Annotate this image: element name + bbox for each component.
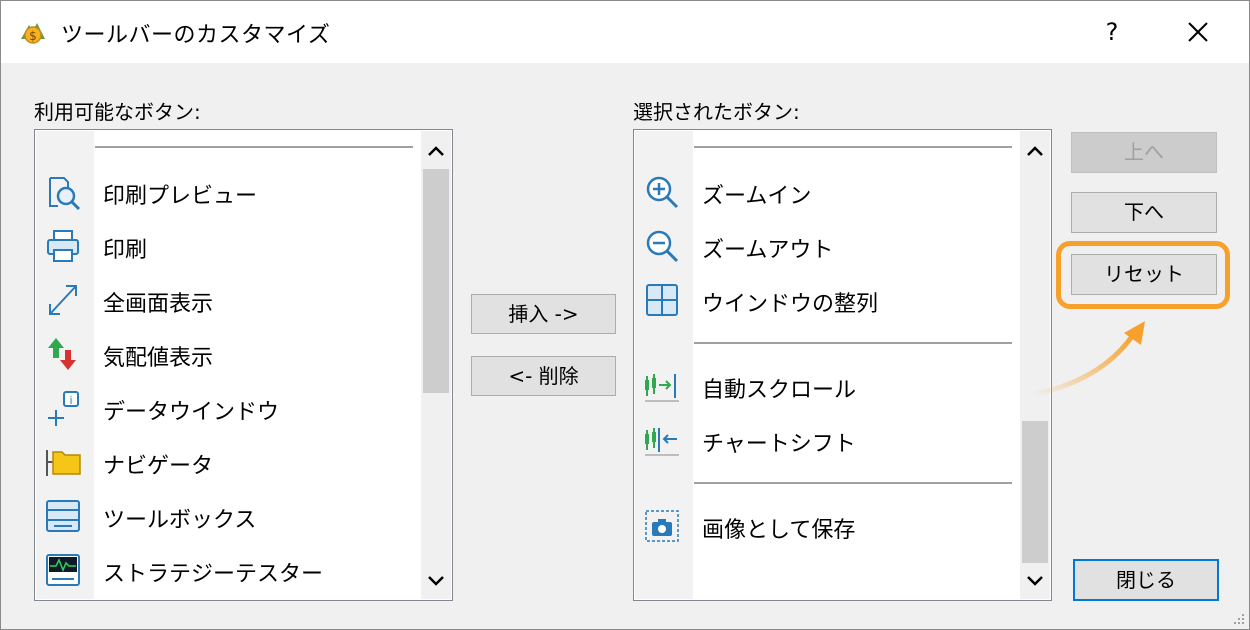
list-item-label: データウインドウ — [103, 400, 280, 425]
list-item-navigator[interactable]: ナビゲータ — [36, 437, 416, 487]
selected-buttons-label: 選択されたボタン: — [633, 100, 800, 124]
list-item-label: 画像として保存 — [702, 518, 856, 543]
list-item-save-as-image[interactable]: 画像として保存 — [635, 501, 1015, 551]
scroll-down-icon[interactable] — [421, 565, 451, 595]
printer-icon — [47, 230, 79, 262]
list-item-label: ツールボックス — [103, 508, 257, 533]
list-item-zoom-out[interactable]: ズームアウト — [635, 221, 1015, 271]
list-item-label: ズームイン — [702, 184, 812, 209]
svg-text:$: $ — [29, 29, 37, 43]
scroll-up-icon[interactable] — [1020, 137, 1050, 167]
app-logo-icon: $ — [21, 23, 45, 44]
list-item-toolbox[interactable]: ツールボックス — [36, 491, 416, 541]
list-item-label: 印刷プレビュー — [103, 184, 258, 209]
callout-arrow-icon — [1030, 321, 1145, 398]
help-button[interactable]: ? — [1089, 9, 1135, 55]
separator — [694, 342, 1012, 344]
svg-text:i: i — [69, 394, 72, 407]
separator — [694, 482, 1012, 484]
data-window-icon: i — [48, 391, 79, 426]
list-item-fullscreen[interactable]: 全画面表示 — [36, 275, 416, 325]
market-watch-icon — [48, 338, 76, 370]
move-up-button[interactable]: 上へ — [1071, 132, 1217, 173]
zoom-in-icon — [646, 176, 679, 209]
window-title: ツールバーのカスタマイズ — [61, 23, 331, 48]
tile-windows-icon — [646, 284, 678, 316]
resize-grip-icon[interactable] — [1229, 609, 1247, 627]
list-item-label: ナビゲータ — [103, 454, 214, 479]
list-item-auto-scroll[interactable]: 自動スクロール — [635, 361, 1015, 411]
available-buttons-label: 利用可能なボタン: — [34, 100, 201, 124]
reset-highlight-box — [1056, 241, 1230, 309]
delete-button[interactable]: <- 削除 — [471, 356, 616, 396]
move-down-button[interactable]: 下へ — [1071, 192, 1217, 233]
fullscreen-icon — [49, 285, 77, 315]
available-scrollbar[interactable] — [421, 131, 451, 599]
close-icon[interactable] — [1175, 9, 1221, 55]
list-item-label: 全画面表示 — [103, 292, 214, 317]
print-preview-icon — [49, 177, 81, 210]
list-item-strategy-tester[interactable]: ストラテジーテスター — [36, 545, 416, 595]
list-item-zoom-in[interactable]: ズームイン — [635, 167, 1015, 217]
list-item-label: 自動スクロール — [702, 378, 857, 403]
list-item-label: 気配値表示 — [103, 346, 214, 371]
close-button[interactable]: 閉じる — [1073, 559, 1219, 601]
navigator-icon — [46, 450, 81, 476]
strategy-tester-icon — [46, 554, 80, 586]
separator — [694, 146, 1012, 148]
list-item-print[interactable]: 印刷 — [36, 221, 416, 271]
list-item-label: 印刷 — [103, 238, 148, 263]
list-item-tile-windows[interactable]: ウインドウの整列 — [635, 275, 1015, 325]
list-item-market-watch[interactable]: 気配値表示 — [36, 329, 416, 379]
toolbox-icon — [46, 500, 80, 532]
selected-buttons-list[interactable]: ズームイン ズームアウト ウインドウの整列 自動スクロール チャートシフト 画像… — [633, 129, 1052, 601]
list-item-label: ウインドウの整列 — [702, 292, 879, 317]
save-as-image-icon — [645, 510, 679, 542]
available-buttons-list[interactable]: 印刷プレビュー 印刷 全画面表示 気配値表示 i データウインドウ ナビゲータ … — [34, 129, 453, 601]
customize-toolbar-dialog: $ ツールバーのカスタマイズ ? 利用可能なボタン: 印刷プレビュー 印刷 全画… — [0, 0, 1250, 630]
scroll-thumb[interactable] — [423, 169, 449, 393]
zoom-out-icon — [646, 230, 679, 263]
list-item-label: ズームアウト — [702, 238, 834, 263]
chart-shift-icon — [645, 428, 679, 456]
scroll-thumb[interactable] — [1022, 421, 1048, 563]
insert-button[interactable]: 挿入 -> — [471, 294, 616, 334]
separator — [95, 146, 413, 148]
auto-scroll-icon — [645, 374, 679, 402]
scroll-up-icon[interactable] — [421, 137, 451, 167]
list-item-label: チャートシフト — [702, 432, 856, 457]
list-item-data-window[interactable]: i データウインドウ — [36, 383, 416, 433]
list-item-print-preview[interactable]: 印刷プレビュー — [36, 167, 416, 217]
list-item-label: ストラテジーテスター — [103, 562, 324, 587]
title-bar: $ ツールバーのカスタマイズ ? — [1, 1, 1249, 63]
scroll-down-icon[interactable] — [1020, 565, 1050, 595]
list-item-chart-shift[interactable]: チャートシフト — [635, 415, 1015, 465]
